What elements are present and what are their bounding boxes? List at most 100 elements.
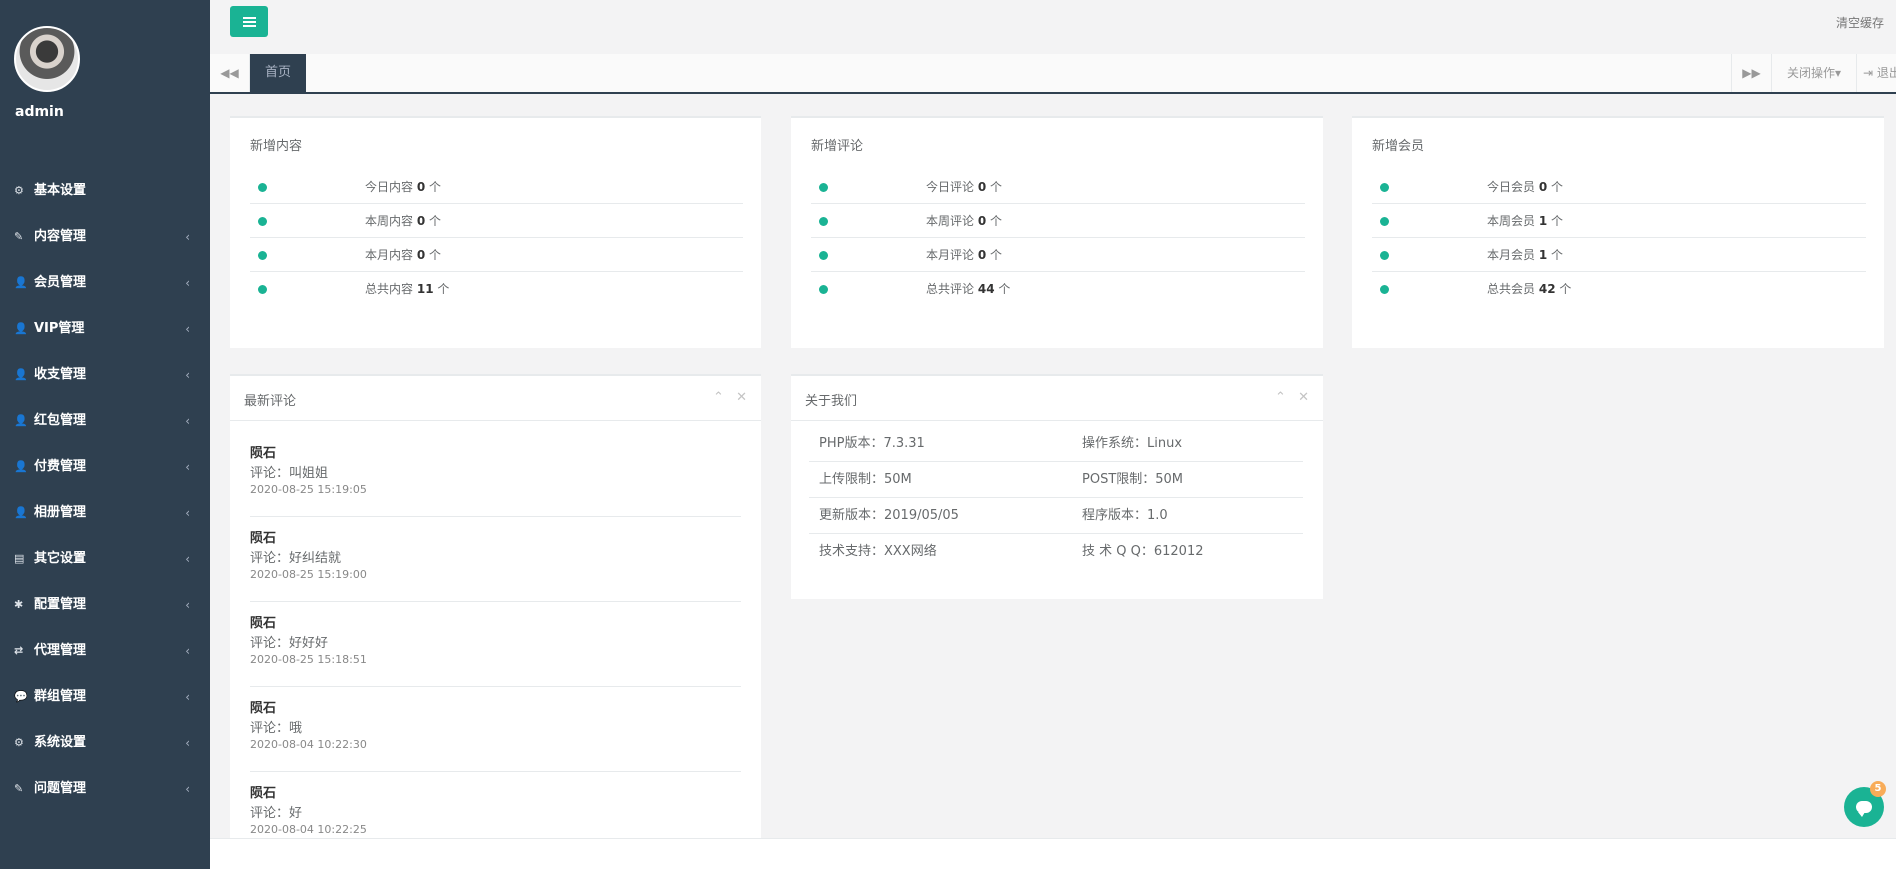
comment-content: 评论：哦 xyxy=(250,721,303,736)
stat-unit: 个 xyxy=(998,282,1011,296)
stat-text: 本月内容 0 个 xyxy=(365,238,441,272)
stat-row: 本月评论 0 个 xyxy=(811,238,1305,272)
latest-comments-panel: 最新评论 ⌃ ✕ 陨石 评论：叫姐姐 2020-08-25 15:19:05 陨石 评论… xyxy=(230,374,761,838)
chevron-left-icon: ‹ xyxy=(185,506,190,520)
stat-value: 1 xyxy=(1538,214,1548,228)
about-cell: 程序版本：1.0 xyxy=(1082,508,1168,523)
comment-content: 评论：好纠结就 xyxy=(250,551,342,566)
menu-icon: 👤 xyxy=(14,506,28,519)
comment-item: 陨石 评论：好纠结就 2020-08-25 15:19:00 xyxy=(250,517,741,602)
stat-row: 本月内容 0 个 xyxy=(250,238,743,272)
chat-badge: 5 xyxy=(1870,781,1886,797)
sidebar-item-label: 内容管理 xyxy=(34,229,87,244)
comment-content: 评论：好好好 xyxy=(250,636,329,651)
sidebar-item-7[interactable]: 👤 相册管理 ‹ xyxy=(0,490,210,536)
sidebar-item-12[interactable]: ⚙ 系统设置 ‹ xyxy=(0,720,210,766)
status-dot-icon xyxy=(819,183,828,192)
sidebar-item-2[interactable]: 👤 会员管理 ‹ xyxy=(0,260,210,306)
menu-icon: ▤ xyxy=(14,552,25,565)
sidebar-item-4[interactable]: 👤 收支管理 ‹ xyxy=(0,352,210,398)
status-dot-icon xyxy=(258,217,267,226)
sidebar-item-3[interactable]: 👤 VIP管理 ‹ xyxy=(0,306,210,352)
sidebar-item-10[interactable]: ⇄ 代理管理 ‹ xyxy=(0,628,210,674)
collapse-icon[interactable]: ⌃ xyxy=(1275,390,1286,405)
sidebar-item-6[interactable]: 👤 付费管理 ‹ xyxy=(0,444,210,490)
tab-scroll-left-button[interactable]: ◀◀ xyxy=(210,54,250,92)
status-dot-icon xyxy=(258,251,267,260)
chevron-left-icon: ‹ xyxy=(185,368,190,382)
stat-list: 今日评论 0 个本周评论 0 个本月评论 0 个总共评论 44 个 xyxy=(811,170,1305,306)
stat-row: 本周评论 0 个 xyxy=(811,204,1305,238)
about-cell: 更新版本：2019/05/05 xyxy=(819,508,959,523)
sidebar-item-1[interactable]: ✎ 内容管理 ‹ xyxy=(0,214,210,260)
about-info-grid: PHP版本：7.3.31 操作系统：Linux 上传限制：50M POST限制：50M… xyxy=(809,426,1303,570)
sidebar-item-5[interactable]: 👤 红包管理 ‹ xyxy=(0,398,210,444)
about-cell: POST限制：50M xyxy=(1082,472,1184,487)
about-cell: 技术支持：XXX网络 xyxy=(819,544,937,559)
stat-unit: 个 xyxy=(1551,180,1564,194)
comment-content: 评论：好 xyxy=(250,806,303,821)
status-dot-icon xyxy=(1380,217,1389,226)
about-row: 上传限制：50M POST限制：50M xyxy=(809,462,1303,498)
status-dot-icon xyxy=(819,217,828,226)
menu-icon: ⚙ xyxy=(14,736,24,749)
stat-label: 今日内容 xyxy=(365,180,414,194)
status-dot-icon xyxy=(1380,285,1389,294)
comment-author: 陨石 xyxy=(250,786,277,801)
close-operations-dropdown[interactable]: 关闭操作▾ xyxy=(1771,54,1856,92)
about-cell: 技 术 Q Q：612012 xyxy=(1082,544,1204,559)
avatar[interactable] xyxy=(14,26,80,92)
close-icon[interactable]: ✕ xyxy=(1298,390,1309,405)
sidebar-item-13[interactable]: ✎ 问题管理 ‹ xyxy=(0,766,210,812)
sidebar-item-9[interactable]: ✱ 配置管理 ‹ xyxy=(0,582,210,628)
tab-strip: ◀◀ 首页 ▶▶ 关闭操作▾ ⇥ 退出 xyxy=(210,54,1896,94)
admin-name[interactable]: admin xyxy=(15,104,210,120)
chevron-left-icon: ‹ xyxy=(185,644,190,658)
hamburger-icon xyxy=(242,16,256,27)
sidebar-item-11[interactable]: 💬 群组管理 ‹ xyxy=(0,674,210,720)
tab-home[interactable]: 首页 xyxy=(250,54,306,92)
stat-text: 今日会员 0 个 xyxy=(1487,170,1563,204)
sidebar-item-label: VIP管理 xyxy=(34,321,85,336)
stat-text: 本月评论 0 个 xyxy=(926,238,1002,272)
stat-list: 今日内容 0 个本周内容 0 个本月内容 0 个总共内容 11 个 xyxy=(250,170,743,306)
stat-value: 0 xyxy=(977,214,987,228)
sidebar-item-label: 代理管理 xyxy=(34,643,87,658)
stat-label: 本周内容 xyxy=(365,214,414,228)
panel-title: 新增内容 xyxy=(250,139,303,154)
stat-unit: 个 xyxy=(1551,248,1564,262)
sidebar-item-label: 付费管理 xyxy=(34,459,87,474)
stat-value: 0 xyxy=(977,180,987,194)
sidebar-item-label: 其它设置 xyxy=(34,551,87,566)
menu-icon: 👤 xyxy=(14,276,28,289)
menu-icon: 👤 xyxy=(14,414,28,427)
sidebar-item-0[interactable]: ⚙ 基本设置 xyxy=(0,168,210,214)
sidebar-item-label: 红包管理 xyxy=(34,413,87,428)
stat-value: 1 xyxy=(1538,248,1548,262)
about-cell: 上传限制：50M xyxy=(819,472,912,487)
status-dot-icon xyxy=(1380,183,1389,192)
menu-toggle-button[interactable] xyxy=(230,6,268,37)
close-icon[interactable]: ✕ xyxy=(736,390,747,405)
chat-button[interactable]: 5 xyxy=(1844,781,1886,827)
panel-controls: ⌃ ✕ xyxy=(705,390,747,405)
stat-label: 本月内容 xyxy=(365,248,414,262)
chevron-left-icon: ‹ xyxy=(185,552,190,566)
about-row: 技术支持：XXX网络 技 术 Q Q：612012 xyxy=(809,534,1303,570)
stat-text: 总共评论 44 个 xyxy=(926,272,1010,306)
about-row: 更新版本：2019/05/05 程序版本：1.0 xyxy=(809,498,1303,534)
menu-icon: 💬 xyxy=(14,690,28,703)
clear-cache-link[interactable]: 清空缓存 xyxy=(1836,14,1884,31)
menu-icon: ✱ xyxy=(14,598,24,611)
sidebar-item-8[interactable]: ▤ 其它设置 ‹ xyxy=(0,536,210,582)
stat-row: 总共会员 42 个 xyxy=(1372,272,1866,306)
sidebar-item-label: 收支管理 xyxy=(34,367,87,382)
double-chevron-right-icon: ▶▶ xyxy=(1742,66,1761,80)
chevron-left-icon: ‹ xyxy=(185,598,190,612)
sidebar-item-label: 基本设置 xyxy=(34,183,87,198)
stat-text: 本周内容 0 个 xyxy=(365,204,441,238)
sidebar-nav: ⚙ 基本设置 ✎ 内容管理 ‹ 👤 会员管理 ‹ 👤 VIP管理 ‹ 👤 收支管理 ‹ 👤 红包管理 ‹ 👤 付费管… xyxy=(0,168,210,812)
tab-scroll-right-button[interactable]: ▶▶ xyxy=(1731,54,1771,92)
logout-button[interactable]: ⇥ 退出 xyxy=(1856,54,1896,92)
collapse-icon[interactable]: ⌃ xyxy=(713,390,724,405)
